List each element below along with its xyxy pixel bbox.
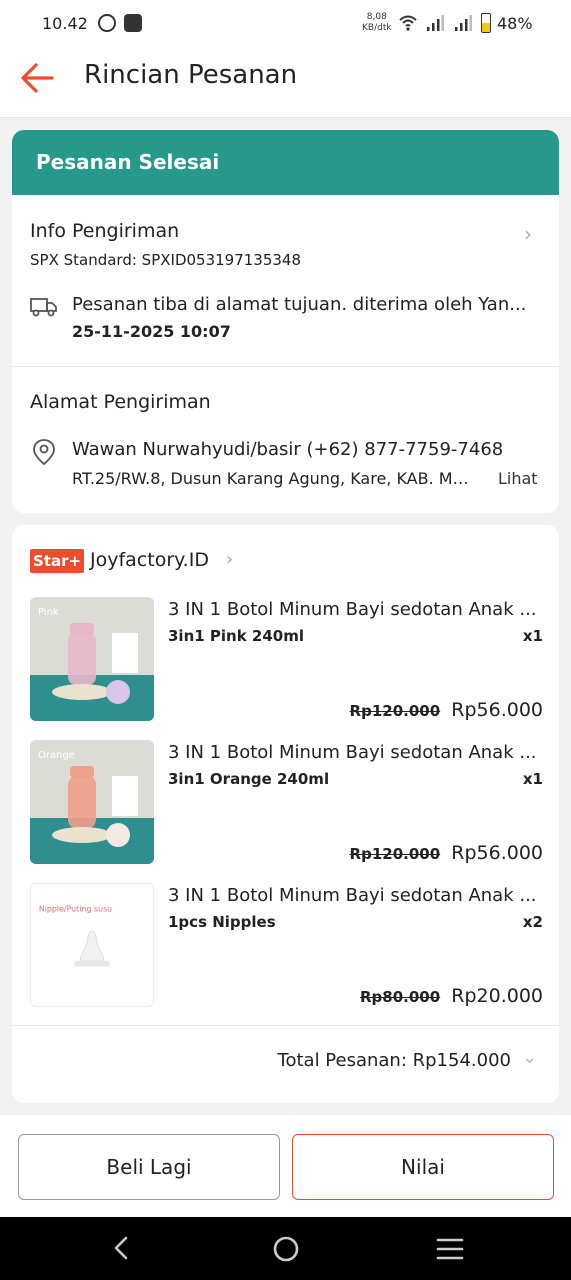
product-name: 3 IN 1 Botol Minum Bayi sedotan Anak ... (168, 742, 537, 763)
network-speed-value: 8,08 (366, 12, 387, 22)
order-item[interactable]: Orange 3 IN 1 Botol Minum Bayi sedotan A… (12, 740, 559, 883)
app-bar: Rincian Pesanan (0, 48, 571, 118)
shipping-status: Pesanan tiba di alamat tujuan. diterima … (72, 294, 527, 315)
product-prices: Rp120.000 Rp56.000 (350, 699, 543, 721)
product-variant: 3in1 Orange 240ml (168, 770, 330, 788)
recipient-name-phone: Wawan Nurwahyudi/basir (+62) 877-7759-74… (72, 439, 504, 460)
system-nav-bar (0, 1217, 571, 1280)
product-prices: Rp120.000 Rp56.000 (350, 842, 543, 864)
order-status-text: Pesanan Selesai (36, 150, 220, 174)
tracking-number: SPX Standard: SPXID053197135348 (30, 251, 302, 269)
back-arrow-icon[interactable] (18, 60, 58, 96)
product-quantity: x1 (522, 627, 543, 645)
signal-icon (427, 15, 444, 31)
original-price: Rp120.000 (349, 702, 441, 720)
product-image-label: Nipple/Puting susu (39, 905, 112, 914)
product-quantity: x2 (522, 913, 543, 931)
product-image-label: Pink (38, 607, 59, 618)
order-item[interactable]: Nipple/Puting susu 3 IN 1 Botol Minum Ba… (12, 883, 559, 1026)
status-bar: 10.42 8,08 KB/dtk 48% (0, 0, 571, 48)
rate-button[interactable]: Nilai (292, 1134, 554, 1200)
order-items-card: Star+ Joyfactory.ID › Pink 3 IN 1 Botol … (12, 525, 559, 1103)
product-image[interactable]: Pink (30, 597, 154, 721)
product-image[interactable]: Orange (30, 740, 154, 864)
star-plus-badge: Star+ (30, 549, 84, 573)
shipping-info-title[interactable]: Info Pengiriman (30, 220, 179, 242)
status-time: 10.42 (42, 14, 88, 33)
divider (12, 366, 559, 367)
whatsapp-icon (98, 14, 116, 32)
app-notification-icon (124, 14, 142, 32)
signal-icon (455, 15, 472, 31)
chevron-down-icon[interactable]: ⌄ (522, 1047, 537, 1068)
discounted-price: Rp56.000 (451, 842, 543, 864)
product-prices: Rp80.000 Rp20.000 (360, 985, 543, 1007)
nav-back-icon[interactable] (110, 1235, 134, 1261)
divider (12, 1025, 559, 1026)
order-item[interactable]: Pink 3 IN 1 Botol Minum Bayi sedotan Ana… (12, 597, 559, 740)
address-title: Alamat Pengiriman (30, 391, 211, 413)
buy-again-button[interactable]: Beli Lagi (18, 1134, 280, 1200)
shipping-time: 25-11-2025 10:07 (72, 322, 231, 341)
order-status-banner: Pesanan Selesai (12, 130, 559, 195)
discounted-price: Rp20.000 (451, 985, 543, 1007)
battery-level (482, 23, 490, 32)
nav-recent-apps-icon[interactable] (436, 1237, 464, 1261)
page-title: Rincian Pesanan (84, 60, 298, 90)
discounted-price: Rp56.000 (451, 699, 543, 721)
wifi-icon (399, 15, 417, 31)
address-detail: RT.25/RW.8, Dusun Karang Agung, Kare, KA… (72, 469, 472, 488)
product-quantity: x1 (522, 770, 543, 788)
nav-home-icon[interactable] (272, 1235, 300, 1263)
chevron-right-icon[interactable]: › (524, 222, 532, 246)
network-speed: 8,08 KB/dtk (362, 12, 392, 34)
location-pin-icon (33, 439, 55, 466)
product-name: 3 IN 1 Botol Minum Bayi sedotan Anak ... (168, 599, 537, 620)
order-info-card: Pesanan Selesai Info Pengiriman › SPX St… (12, 130, 559, 513)
product-variant: 1pcs Nipples (168, 913, 276, 931)
product-image[interactable]: Nipple/Puting susu (30, 883, 154, 1007)
address-see-more-link[interactable]: Lihat (498, 469, 538, 488)
product-image-label: Orange (38, 750, 75, 761)
truck-icon (30, 298, 57, 317)
product-name: 3 IN 1 Botol Minum Bayi sedotan Anak ... (168, 885, 537, 906)
shop-name[interactable]: Joyfactory.ID (90, 549, 209, 571)
battery-icon (481, 13, 491, 33)
original-price: Rp120.000 (349, 845, 441, 863)
product-variant: 3in1 Pink 240ml (168, 627, 305, 645)
bottom-action-bar: Beli Lagi Nilai (0, 1115, 571, 1217)
order-total: Total Pesanan: Rp154.000 (277, 1050, 511, 1071)
battery-percent: 48% (497, 14, 533, 33)
network-speed-unit: KB/dtk (362, 23, 392, 33)
chevron-right-icon[interactable]: › (226, 549, 233, 570)
original-price: Rp80.000 (359, 988, 441, 1006)
